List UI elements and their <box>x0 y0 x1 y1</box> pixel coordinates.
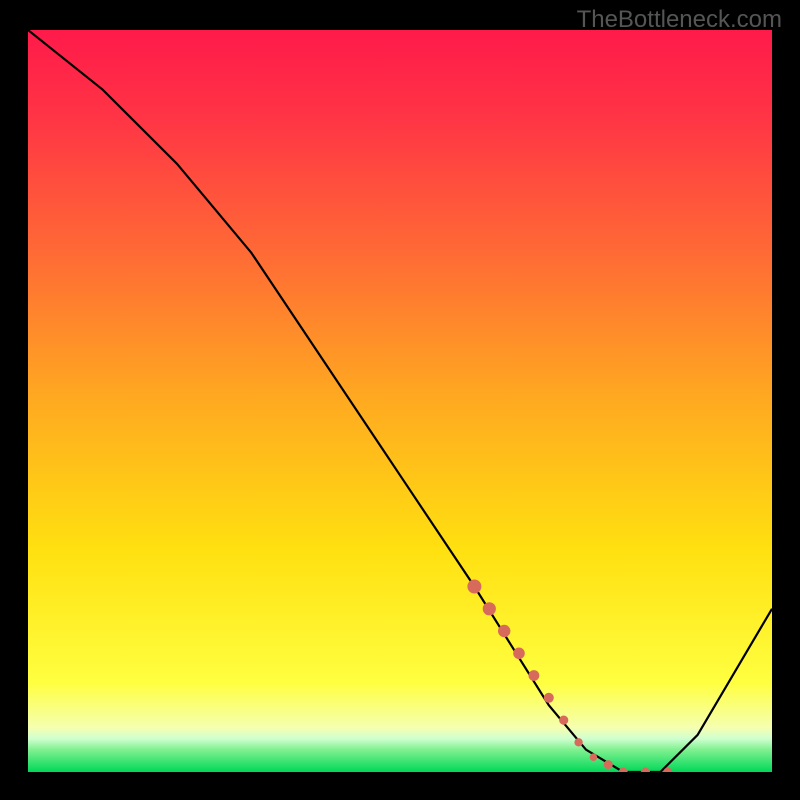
highlight-dot <box>590 753 598 761</box>
watermark-text: TheBottleneck.com <box>577 6 782 34</box>
highlight-dot <box>559 716 568 725</box>
highlight-dot <box>663 768 672 773</box>
highlight-dot <box>498 625 510 637</box>
highlight-dot <box>604 760 613 769</box>
highlight-dot <box>513 648 525 660</box>
highlight-dot <box>574 738 582 746</box>
highlight-dot <box>544 693 554 703</box>
highlight-dot <box>619 768 628 773</box>
highlight-dot <box>641 768 650 773</box>
chart-container <box>28 30 772 772</box>
highlight-dot <box>467 580 481 594</box>
highlight-dot <box>483 602 496 615</box>
chart-highlight-dots <box>28 30 772 772</box>
highlight-dot <box>529 670 540 681</box>
